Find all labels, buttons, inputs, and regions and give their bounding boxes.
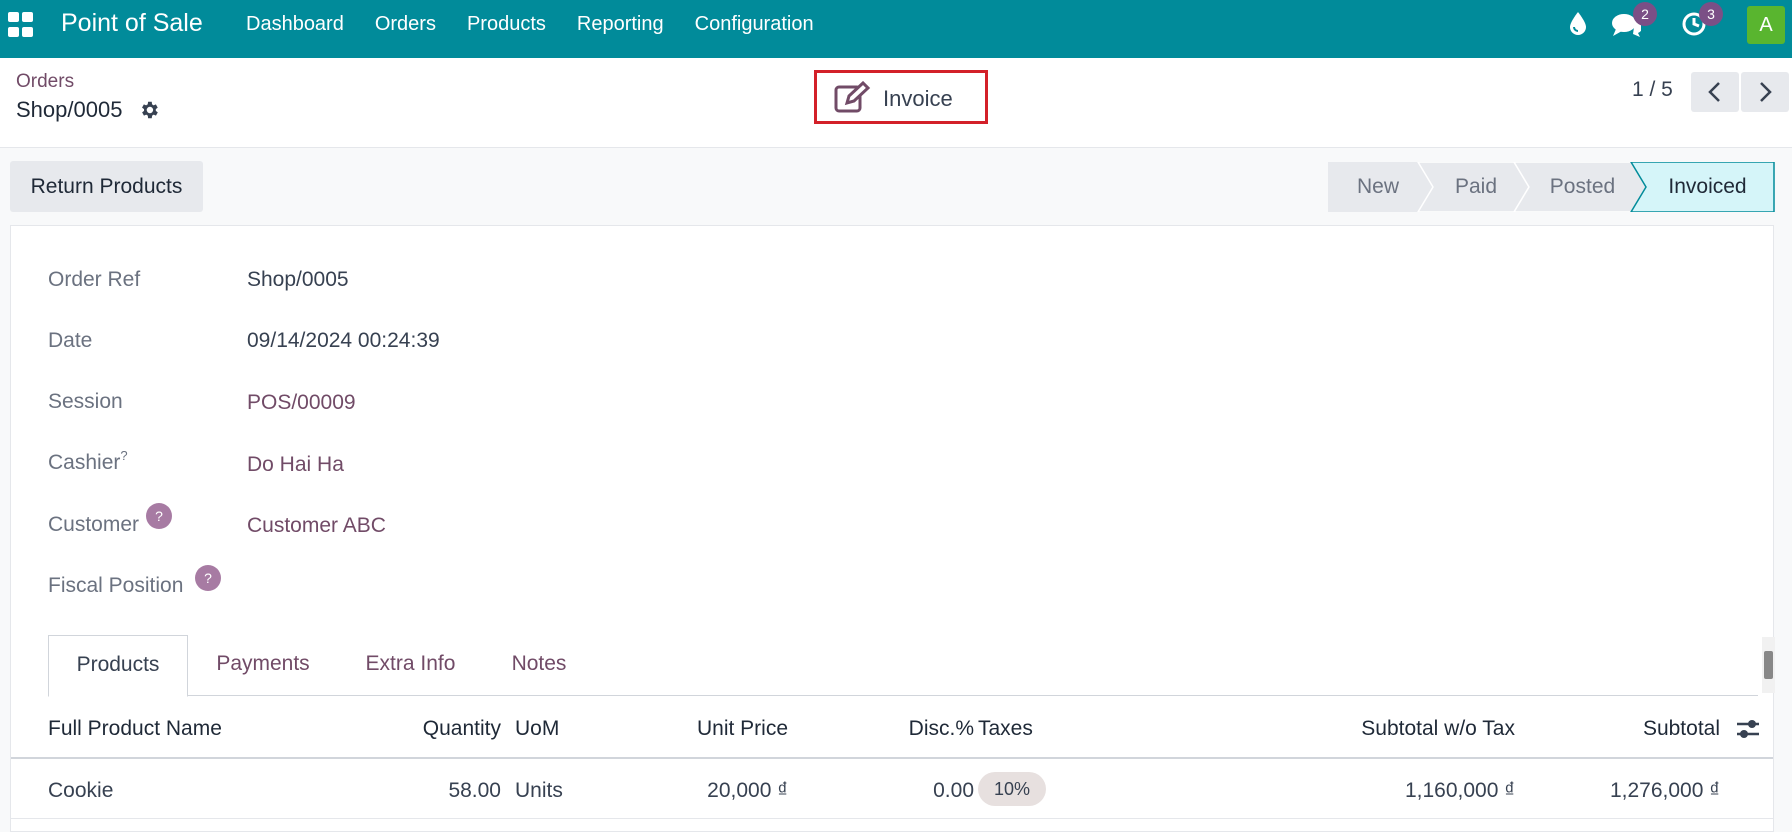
order-ref-label: Order Ref [48,268,141,291]
cell-uom: Units [515,779,563,802]
cell-subtotal: 1,276,000 ₫ [1609,779,1720,802]
cell-quantity: 58.00 [448,779,501,802]
main-menu: Dashboard Orders Products Reporting Conf… [246,13,845,36]
date-label: Date [48,329,93,352]
fiscal-position-help-icon[interactable]: ? [195,565,221,591]
status-bar: New Paid Posted Invoiced [1328,162,1775,212]
table-row[interactable]: Cookie 58.00 Units 20,000 ₫ 0.00 10% 1,1… [11,760,1773,819]
tab-payments[interactable]: Payments [188,635,338,696]
gear-icon[interactable] [138,99,160,121]
col-quantity[interactable]: Quantity [381,717,501,741]
cashier-label-text: Cashier [48,451,121,474]
notebook-tabs: Products Payments Extra Info Notes [48,635,1758,697]
menu-dashboard[interactable]: Dashboard [246,13,344,36]
tab-products[interactable]: Products [48,635,188,697]
col-subtotal[interactable]: Subtotal [1531,717,1720,741]
col-discount[interactable]: Disc.% [851,717,974,741]
tab-notes[interactable]: Notes [483,635,595,696]
record-title: Shop/0005 [16,97,123,122]
cell-discount: 0.00 [933,779,974,802]
col-subtotal-wo-tax[interactable]: Subtotal w/o Tax [1271,717,1515,741]
form-sheet: Order Ref Shop/0005 Date 09/14/2024 00:2… [10,225,1775,832]
stage-posted[interactable]: Posted [1524,162,1641,212]
col-taxes[interactable]: Taxes [978,717,1033,741]
fiscal-position-label: Fiscal Position [48,574,184,597]
order-ref-value: Shop/0005 [247,268,349,291]
pager-counter[interactable]: 1 / 5 [1632,78,1673,102]
top-navbar: Point of Sale Dashboard Orders Products … [0,0,1792,58]
control-panel: Orders Shop/0005 Invoice 1 / 5 [0,58,1792,148]
menu-reporting[interactable]: Reporting [577,13,664,36]
customer-link[interactable]: Customer ABC [247,514,386,538]
stage-paid[interactable]: Paid [1428,162,1524,212]
order-lines-header: Full Product Name Quantity UoM Unit Pric… [11,697,1773,759]
menu-orders[interactable]: Orders [375,13,436,36]
col-uom[interactable]: UoM [515,717,559,741]
breadcrumb-orders[interactable]: Orders [16,71,74,93]
cell-subtotal-wo-tax: 1,160,000 ₫ [1404,779,1515,802]
edit-icon [834,81,871,113]
pager-next-button[interactable] [1741,72,1789,112]
optional-columns-icon[interactable] [1735,717,1761,741]
col-unit-price[interactable]: Unit Price [641,717,788,741]
cashier-help-mark[interactable]: ? [120,448,127,463]
invoice-button-label: Invoice [883,86,953,111]
apps-menu-icon[interactable] [8,12,34,38]
droplet-icon[interactable] [1568,11,1588,37]
tabs-scrollbar[interactable] [1762,637,1775,693]
customer-help-icon[interactable]: ? [146,503,172,529]
stage-invoiced: Invoiced [1668,175,1747,198]
customer-label: Customer [48,513,140,536]
session-label: Session [48,390,123,413]
app-brand[interactable]: Point of Sale [61,9,203,38]
cell-product: Cookie [48,779,114,802]
cashier-link[interactable]: Do Hai Ha [247,453,344,477]
tax-tag: 10% [978,772,1046,806]
invoice-button[interactable]: Invoice [814,70,988,124]
stage-new[interactable]: New [1328,162,1428,212]
date-value: 09/14/2024 00:24:39 [247,329,440,352]
activities-badge: 3 [1699,2,1723,26]
pager-previous-button[interactable] [1691,72,1739,112]
session-link[interactable]: POS/00009 [247,391,356,415]
menu-configuration[interactable]: Configuration [695,13,814,36]
return-products-button[interactable]: Return Products [10,161,203,212]
user-avatar[interactable]: A [1747,6,1785,44]
col-product-name[interactable]: Full Product Name [48,717,222,741]
cell-unit-price: 20,000 ₫ [707,779,788,802]
menu-products[interactable]: Products [467,13,546,36]
chevron-right-icon [1760,82,1772,102]
chevron-left-icon [1708,82,1720,102]
messages-badge: 2 [1633,2,1657,26]
cashier-label: Cashier? [48,448,128,475]
tab-extra-info[interactable]: Extra Info [338,635,483,696]
